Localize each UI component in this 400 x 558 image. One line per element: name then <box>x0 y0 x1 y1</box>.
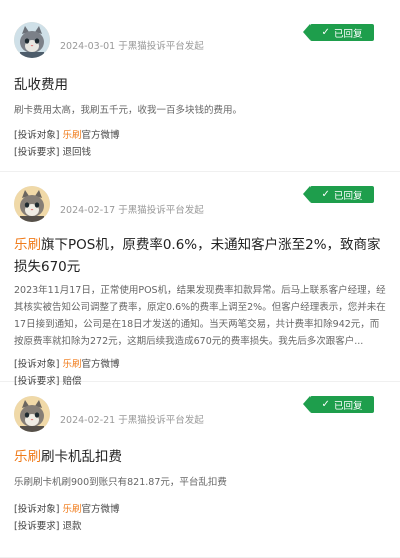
target-label: [投诉对象] <box>14 504 60 515</box>
complaint-description: 刷卡费用太高，我刷五千元，收我一百多块钱的费用。 <box>14 105 243 116</box>
status-badge: ✓ 已回复 <box>303 24 374 41</box>
complaint-date: 2024-02-21 <box>60 415 116 426</box>
complaint-meta: 2024-02-17 于黑猫投诉平台发起 <box>60 202 204 216</box>
status-badge: ✓ 已回复 <box>303 396 374 413</box>
cat-avatar-icon <box>14 186 50 222</box>
target-brand-link[interactable]: 乐刷 <box>62 130 81 141</box>
title-text: 刷卡机乱扣费 <box>41 449 122 465</box>
status-label: 已回复 <box>333 28 363 40</box>
avatar <box>14 186 50 222</box>
check-icon: ✓ <box>321 189 330 200</box>
title-brand: 乐刷 <box>14 237 41 253</box>
complaint-card[interactable]: 2024-03-01 于黑猫投诉平台发起 ✓ 已回复 乱收费用 刷卡费用太高，我… <box>0 0 400 172</box>
status-label: 已回复 <box>333 400 363 412</box>
complaint-description: 2023年11月17日，正常使用POS机，结果发现费率扣款异常。后马上联系客户经… <box>14 285 386 347</box>
complaint-card[interactable]: 2024-02-17 于黑猫投诉平台发起 ✓ 已回复 乐刷旗下POS机，原费率0… <box>0 172 400 387</box>
avatar <box>14 396 50 432</box>
demand-value: 退款 <box>62 521 82 532</box>
complaint-demand: [投诉要求] 退款 <box>14 518 386 535</box>
target-brand-link[interactable]: 乐刷 <box>62 359 81 370</box>
card-header: 2024-02-21 于黑猫投诉平台发起 ✓ 已回复 <box>14 396 386 444</box>
cat-avatar-icon <box>14 396 50 432</box>
demand-label: [投诉要求] <box>14 147 60 158</box>
complaint-meta: 2024-02-21 于黑猫投诉平台发起 <box>60 412 204 426</box>
complaint-platform: 于黑猫投诉平台发起 <box>118 205 204 216</box>
complaint-target: [投诉对象] 乐刷官方微博 <box>14 127 386 144</box>
card-header: 2024-03-01 于黑猫投诉平台发起 ✓ 已回复 <box>14 0 386 60</box>
complaint-title[interactable]: 乱收费用 <box>14 74 386 96</box>
status-label: 已回复 <box>333 190 363 202</box>
complaint-meta: 2024-03-01 于黑猫投诉平台发起 <box>60 38 204 52</box>
status-badge: ✓ 已回复 <box>303 186 374 203</box>
title-text: 旗下POS机，原费率0.6%，未通知客户涨至2%，致商家损失670元 <box>14 237 381 275</box>
cat-avatar-icon <box>14 22 50 58</box>
complaint-title[interactable]: 乐刷刷卡机乱扣费 <box>14 446 386 468</box>
complaint-date: 2024-03-01 <box>60 41 116 52</box>
title-text: 乱收费用 <box>14 77 68 93</box>
demand-value: 退回钱 <box>62 147 91 158</box>
avatar <box>14 22 50 58</box>
demand-label: [投诉要求] <box>14 521 60 532</box>
target-label: [投诉对象] <box>14 130 60 141</box>
complaint-demand: [投诉要求] 退回钱 <box>14 144 386 161</box>
check-icon: ✓ <box>321 27 330 38</box>
target-rest: 官方微博 <box>81 359 120 370</box>
target-rest: 官方微博 <box>81 504 120 515</box>
check-icon: ✓ <box>321 399 330 410</box>
complaint-card[interactable]: 2024-02-21 于黑猫投诉平台发起 ✓ 已回复 乐刷刷卡机乱扣费 乐刷刷卡… <box>0 382 400 558</box>
target-label: [投诉对象] <box>14 359 60 370</box>
complaint-description: 乐刷刷卡机刷900到账只有821.87元，平台乱扣费 <box>14 477 227 488</box>
target-brand-link[interactable]: 乐刷 <box>62 504 81 515</box>
complaint-target: [投诉对象] 乐刷官方微博 <box>14 356 386 373</box>
complaint-platform: 于黑猫投诉平台发起 <box>118 41 204 52</box>
target-rest: 官方微博 <box>81 130 120 141</box>
card-header: 2024-02-17 于黑猫投诉平台发起 ✓ 已回复 <box>14 186 386 234</box>
complaint-date: 2024-02-17 <box>60 205 116 216</box>
title-brand: 乐刷 <box>14 449 41 465</box>
complaint-target: [投诉对象] 乐刷官方微博 <box>14 501 386 518</box>
complaint-platform: 于黑猫投诉平台发起 <box>118 415 204 426</box>
complaint-title[interactable]: 乐刷旗下POS机，原费率0.6%，未通知客户涨至2%，致商家损失670元 <box>14 234 386 278</box>
